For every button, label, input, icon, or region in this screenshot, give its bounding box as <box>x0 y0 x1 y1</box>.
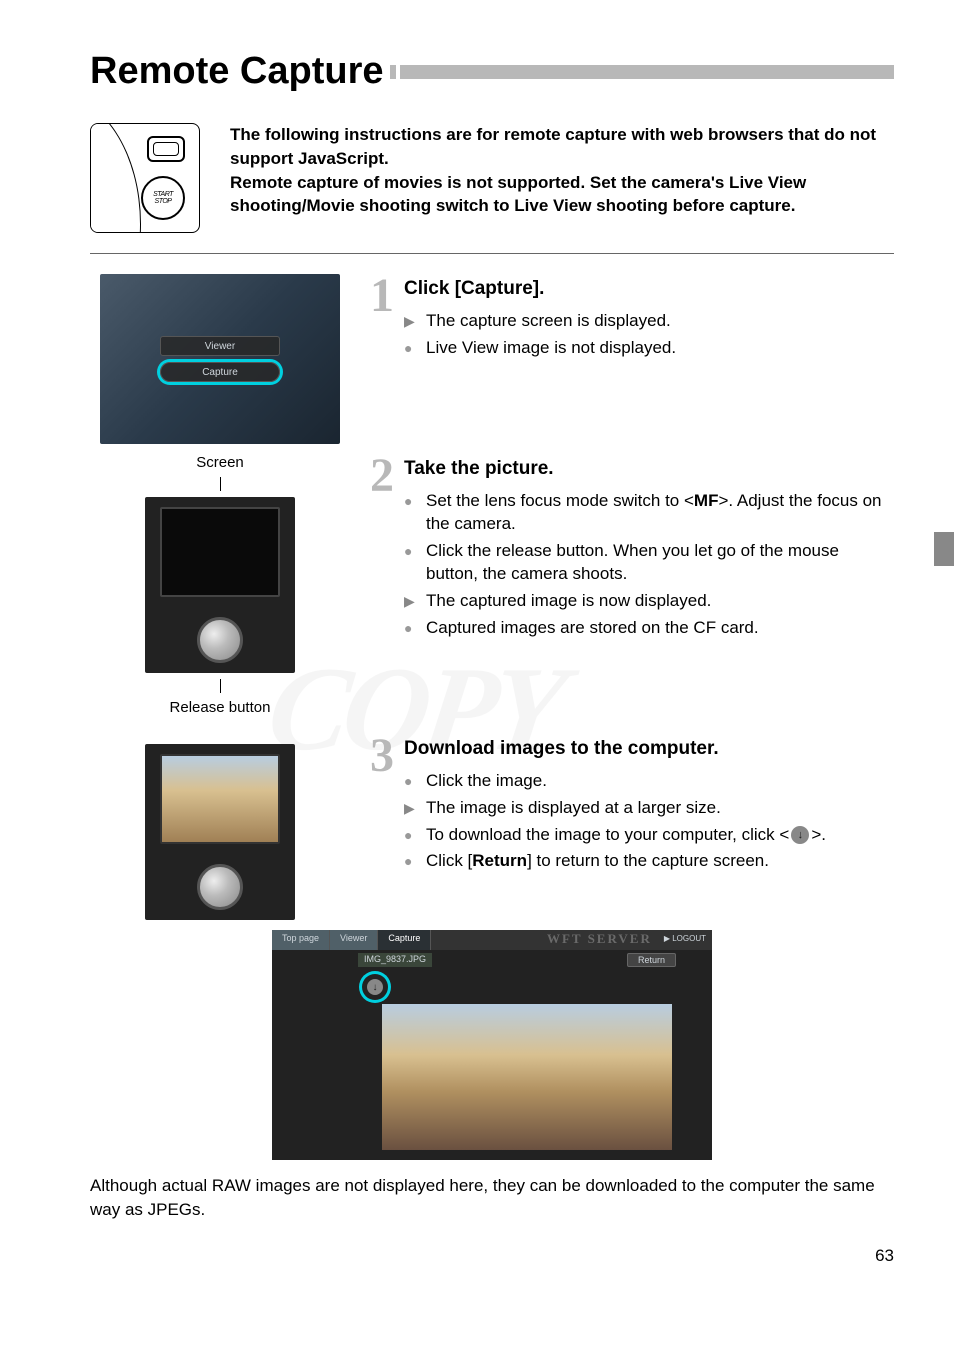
tab-viewer: Viewer <box>330 930 378 950</box>
arrow-icon: ▶ <box>404 310 418 333</box>
captured-image-area <box>160 754 280 844</box>
intro-text: The following instructions are for remot… <box>230 123 894 218</box>
step2-item3: The captured image is now displayed. <box>426 590 711 613</box>
blank-screen-area <box>160 507 280 597</box>
filename-label: IMG_9837.JPG <box>358 953 432 967</box>
step1-item2: Live View image is not displayed. <box>426 337 676 360</box>
download-icon: ↓ <box>791 826 809 844</box>
bullet-icon: ● <box>404 770 418 793</box>
bullet-icon: ● <box>404 850 418 873</box>
bullet-icon: ● <box>404 490 418 536</box>
step3-item1: Click the image. <box>426 770 547 793</box>
download-icon: ↓ <box>367 979 383 995</box>
step2-item1: Set the lens focus mode switch to <MF>. … <box>426 490 894 536</box>
step3-title: Download images to the computer. <box>404 738 826 760</box>
arrow-icon: ▶ <box>404 797 418 820</box>
screen-label: Screen <box>196 454 244 471</box>
bullet-icon: ● <box>404 337 418 360</box>
bullet-icon: ● <box>404 617 418 640</box>
bullet-icon: ● <box>404 540 418 586</box>
step3-item4: Click [Return] to return to the capture … <box>426 850 769 873</box>
screenshot-capture-image <box>145 744 295 920</box>
step-number-2: 2 <box>370 454 394 497</box>
tab-top-page: Top page <box>272 930 330 950</box>
screenshot-capture-blank <box>145 497 295 673</box>
label-line <box>220 679 221 693</box>
step2-item2: Click the release button. When you let g… <box>426 540 894 586</box>
tab-capture: Capture <box>378 930 431 950</box>
arrow-icon: ▶ <box>404 590 418 613</box>
large-preview-image <box>382 1004 672 1150</box>
intro-paragraph-1: The following instructions are for remot… <box>230 123 894 171</box>
step1-title: Click [Capture]. <box>404 278 894 300</box>
release-button-graphic <box>197 617 243 663</box>
return-button: Return <box>627 953 676 967</box>
logout-link: ▶ LOGOUT <box>658 930 712 950</box>
download-icon-highlight: ↓ <box>362 974 388 1000</box>
label-line <box>220 477 221 491</box>
step2-title: Take the picture. <box>404 458 894 480</box>
capture-button-thumb: Capture <box>160 362 280 382</box>
step2-item4: Captured images are stored on the CF car… <box>426 617 759 640</box>
step3-item2: The image is displayed at a larger size. <box>426 797 721 820</box>
intro-paragraph-2: Remote capture of movies is not supporte… <box>230 171 894 219</box>
viewer-button-thumb: Viewer <box>160 336 280 356</box>
footer-note: Although actual RAW images are not displ… <box>90 1174 894 1222</box>
step-number-1: 1 <box>370 274 394 317</box>
side-thumb-tab <box>934 532 954 566</box>
step1-item1: The capture screen is displayed. <box>426 310 671 333</box>
page-number: 63 <box>90 1246 894 1266</box>
bullet-icon: ● <box>404 824 418 847</box>
release-label: Release button <box>170 699 271 716</box>
server-logo: WFT SERVER <box>541 930 658 950</box>
release-button-graphic <box>197 864 243 910</box>
step-number-3: 3 <box>370 734 394 777</box>
title-rule <box>400 65 895 79</box>
page-title: Remote Capture <box>90 50 384 93</box>
screenshot-step1: Viewer Capture <box>100 274 340 444</box>
camera-illustration <box>90 123 200 233</box>
screenshot-download: Top page Viewer Capture WFT SERVER ▶ LOG… <box>272 930 712 1160</box>
step3-item3: To download the image to your computer, … <box>426 824 826 847</box>
